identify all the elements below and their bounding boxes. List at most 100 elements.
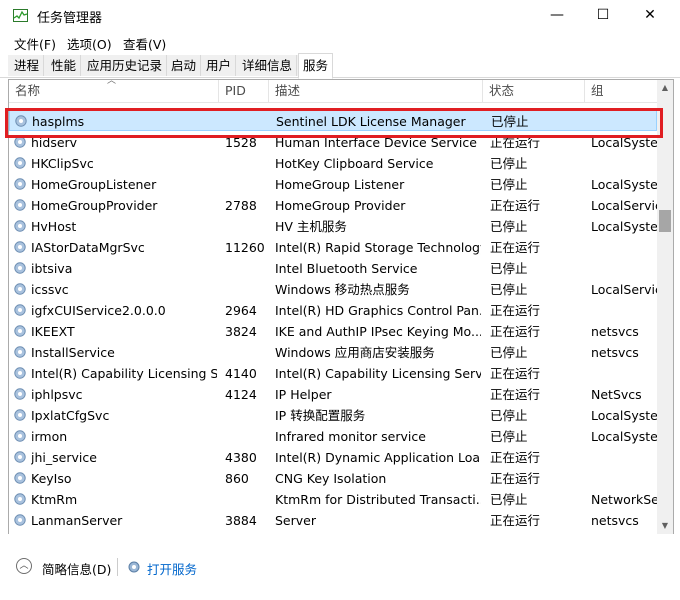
table-row[interactable]: Intel(R) Capability Licensing S... 4140 In… xyxy=(9,363,657,384)
column-header-description[interactable]: 描述 xyxy=(269,80,483,102)
table-row[interactable]: jhi_service 4380 Intel(R) Dynamic Applicat… xyxy=(9,447,657,468)
cell-group: netsvcs xyxy=(591,324,639,339)
cell-status: 已停止 xyxy=(490,261,528,276)
cell-name: InstallService xyxy=(31,345,115,360)
table-row[interactable]: ibtsiva Intel Bluetooth Service 已停止 xyxy=(9,258,657,279)
tab-startup[interactable]: 启动 xyxy=(167,55,202,76)
menu-file[interactable]: 文件(F) xyxy=(14,34,56,53)
column-header-group[interactable]: 组 xyxy=(585,80,657,102)
cell-name: HvHost xyxy=(31,219,77,234)
cell-status: 已停止 xyxy=(490,282,528,297)
cell-group: NetworkService xyxy=(591,492,657,507)
table-row[interactable]: HvHost HV 主机服务 已停止 LocalSystem xyxy=(9,216,657,237)
service-gear-icon xyxy=(14,367,26,379)
cell-description: Intel(R) Dynamic Application Loa... xyxy=(275,450,481,465)
table-row[interactable]: HomeGroupProvider 2788 HomeGroup Provider 正… xyxy=(9,195,657,216)
cell-status: 已停止 xyxy=(490,492,528,507)
cell-name: Intel(R) Capability Licensing S... xyxy=(31,366,217,381)
tab-users[interactable]: 用户 xyxy=(202,55,237,76)
tab-details[interactable]: 详细信息 xyxy=(238,55,298,76)
tab-processes[interactable]: 进程 xyxy=(10,55,45,76)
cell-group xyxy=(591,258,657,279)
table-row[interactable]: LanmanServer 3884 Server 正在运行 netsvcs xyxy=(9,510,657,531)
task-manager-icon xyxy=(13,9,28,22)
cell-description: IP 转换配置服务 xyxy=(275,408,366,423)
scroll-up-icon[interactable]: ▲ xyxy=(657,80,673,96)
cell-status: 已停止 xyxy=(490,177,528,192)
table-row[interactable]: KeyIso 860 CNG Key Isolation 正在运行 xyxy=(9,468,657,489)
cell-pid xyxy=(225,426,265,447)
service-gear-icon xyxy=(14,283,26,295)
cell-status: 正在运行 xyxy=(490,366,541,381)
service-gear-icon xyxy=(14,493,26,505)
cell-description: HotKey Clipboard Service xyxy=(275,156,434,171)
cell-pid xyxy=(225,153,265,174)
service-gear-icon xyxy=(14,409,26,421)
table-row[interactable]: InstallService Windows 应用商店安装服务 已停止 netsvcs xyxy=(9,342,657,363)
menu-options[interactable]: 选项(O) xyxy=(67,34,112,53)
cell-group: NetSvcs xyxy=(591,387,642,402)
cell-status: 正在运行 xyxy=(490,324,541,339)
tab-bar: 进程 性能 应用历史记录 启动 用户 详细信息 服务 xyxy=(0,53,680,79)
cell-group: netsvcs xyxy=(591,513,639,528)
cell-status: 正在运行 xyxy=(490,303,541,318)
cell-group: netsvcs xyxy=(591,345,639,360)
table-row[interactable]: HKClipSvc HotKey Clipboard Service 已停止 xyxy=(9,153,657,174)
minimize-button[interactable]: — xyxy=(534,0,580,31)
cell-description: Windows 移动热点服务 xyxy=(275,282,410,297)
services-gear-icon xyxy=(128,561,140,573)
service-gear-icon xyxy=(14,388,26,400)
cell-name: jhi_service xyxy=(31,450,97,465)
table-row[interactable]: IKEEXT 3824 IKE and AuthIP IPsec Keying Mo… xyxy=(9,321,657,342)
highlight-box xyxy=(5,108,663,138)
table-row[interactable]: irmon Infrared monitor service 已停止 LocalSys… xyxy=(9,426,657,447)
service-gear-icon xyxy=(14,262,26,274)
cell-pid xyxy=(225,342,265,363)
table-row[interactable]: IAStorDataMgrSvc 11260 Intel(R) Rapid Stor… xyxy=(9,237,657,258)
service-gear-icon xyxy=(14,304,26,316)
fewer-details-link[interactable]: 简略信息(D) xyxy=(42,559,111,578)
cell-group: LocalSystem xyxy=(591,177,657,192)
menu-view[interactable]: 查看(V) xyxy=(123,34,166,53)
table-row[interactable]: KtmRm KtmRm for Distributed Transacti... 已… xyxy=(9,489,657,510)
scroll-down-icon[interactable]: ▼ xyxy=(657,518,673,534)
column-header-status[interactable]: 状态 xyxy=(483,80,585,102)
service-gear-icon xyxy=(14,178,26,190)
open-services-link[interactable]: 打开服务 xyxy=(147,559,197,578)
cell-pid xyxy=(225,258,265,279)
table-row[interactable]: igfxCUIService2.0.0.0 2964 Intel(R) HD Gra… xyxy=(9,300,657,321)
cell-status: 已停止 xyxy=(490,219,528,234)
cell-description: KtmRm for Distributed Transacti... xyxy=(275,492,481,507)
chevron-up-icon[interactable]: ︿ xyxy=(16,558,32,574)
cell-description: Intel(R) Capability Licensing Servi... xyxy=(275,366,481,381)
maximize-button[interactable]: ☐ xyxy=(580,0,626,31)
cell-status: 正在运行 xyxy=(490,471,541,486)
tab-performance[interactable]: 性能 xyxy=(47,55,82,76)
column-header-pid[interactable]: PID xyxy=(219,80,269,102)
tab-app-history[interactable]: 应用历史记录 xyxy=(83,55,168,76)
cell-name: IpxlatCfgSvc xyxy=(31,408,110,423)
title-bar: 任务管理器 — ☐ ✕ xyxy=(0,0,680,31)
table-row[interactable]: IpxlatCfgSvc IP 转换配置服务 已停止 LocalSystem xyxy=(9,405,657,426)
cell-pid: 3884 xyxy=(225,513,257,528)
table-row[interactable]: HomeGroupListener HomeGroup Listener 已停止 Lo… xyxy=(9,174,657,195)
close-button[interactable]: ✕ xyxy=(627,0,673,31)
service-gear-icon xyxy=(14,241,26,253)
cell-name: ibtsiva xyxy=(31,261,73,276)
cell-status: 正在运行 xyxy=(490,450,541,465)
vertical-scrollbar[interactable]: ▲ ▼ xyxy=(657,80,673,534)
column-header-name[interactable]: 名称 xyxy=(9,80,219,102)
cell-description: Server xyxy=(275,513,316,528)
table-row[interactable]: iphlpsvc 4124 IP Helper 正在运行 NetSvcs xyxy=(9,384,657,405)
tab-services[interactable]: 服务 xyxy=(298,53,334,79)
scrollbar-thumb[interactable] xyxy=(659,210,671,232)
cell-description: Windows 应用商店安装服务 xyxy=(275,345,435,360)
service-gear-icon xyxy=(14,430,26,442)
cell-pid xyxy=(225,279,265,300)
cell-status: 已停止 xyxy=(490,429,528,444)
cell-name: iphlpsvc xyxy=(31,387,83,402)
service-gear-icon xyxy=(14,157,26,169)
table-row[interactable]: icssvc Windows 移动热点服务 已停止 LocalService xyxy=(9,279,657,300)
cell-pid: 4124 xyxy=(225,387,257,402)
cell-name: KtmRm xyxy=(31,492,78,507)
